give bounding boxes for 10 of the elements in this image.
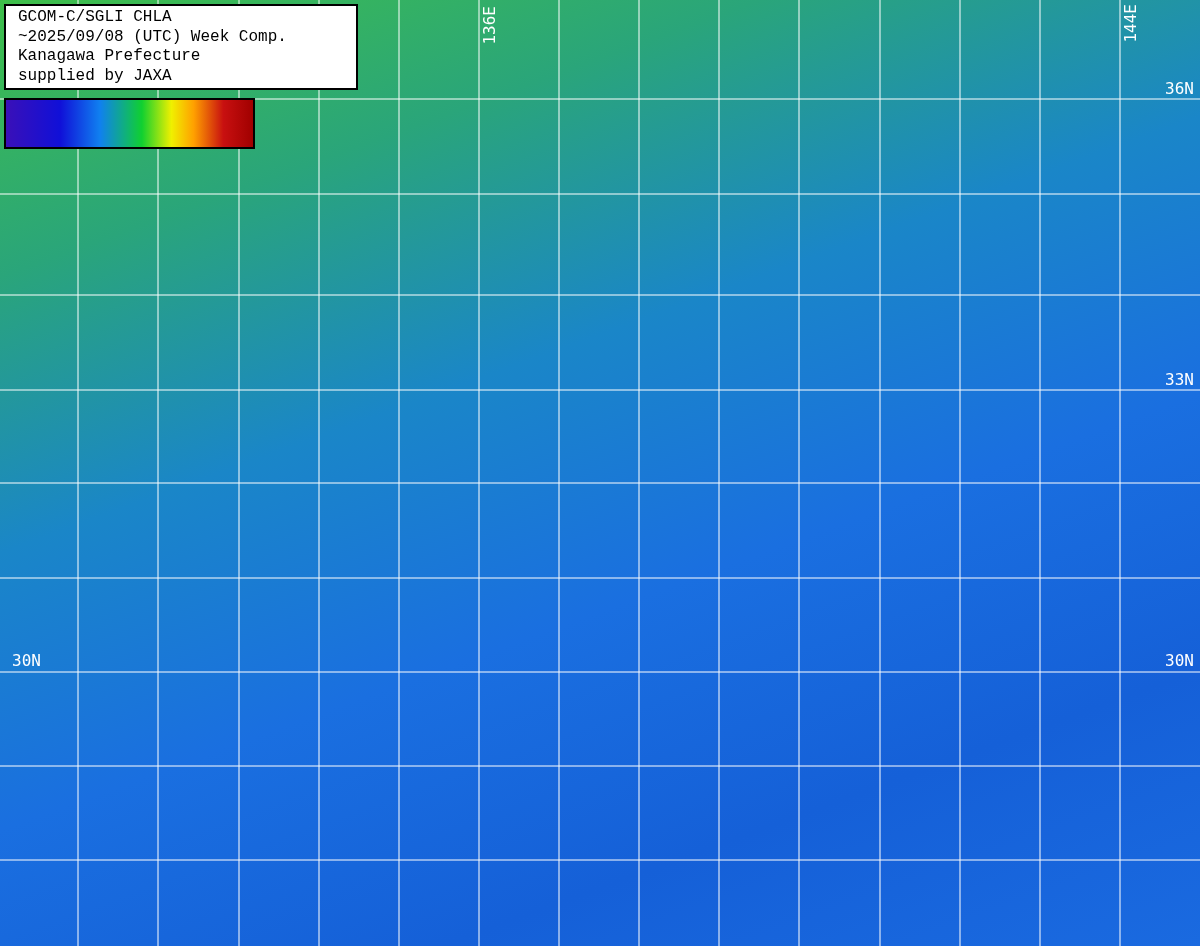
- legend-text: supplied by JAXA: [18, 66, 172, 86]
- longitude-label: 136E: [482, 6, 498, 45]
- latitude-label: 36N: [1165, 81, 1194, 97]
- legend-text: Kanagawa Prefecture: [18, 47, 201, 67]
- legend-text: ~2025/09/08 (UTC) Week Comp.: [18, 27, 287, 47]
- longitude-label: 144E: [1123, 4, 1139, 43]
- latitude-label: 30N: [1165, 653, 1194, 669]
- legend-text: GCOM-C/SGLI CHLA: [18, 8, 172, 28]
- latitude-label: 30N: [12, 653, 41, 669]
- latitude-label: 33N: [1165, 372, 1194, 388]
